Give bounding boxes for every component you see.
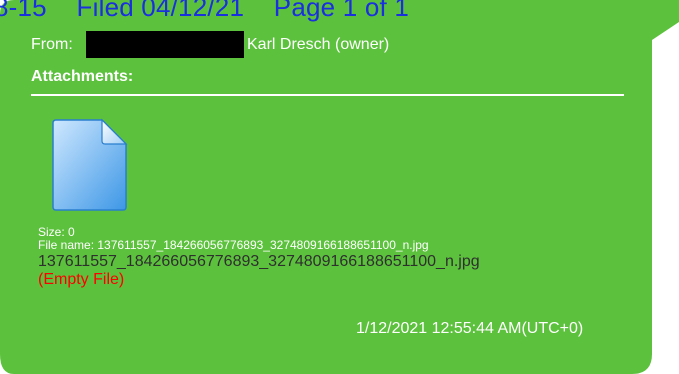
divider <box>31 94 624 96</box>
attachments-label: Attachments: <box>31 68 134 85</box>
file-icon[interactable] <box>50 117 130 213</box>
document-page: 8-15 Filed 04/12/21 Page 1 of 1 From: Ka… <box>0 0 679 374</box>
message-timestamp: 1/12/2021 12:55:44 AM(UTC+0) <box>356 320 584 337</box>
redaction-block <box>86 31 244 58</box>
attachment-size: Size: 0 <box>38 225 75 239</box>
attachment-file-name: 137611557_184266056776893_32748091661886… <box>38 253 480 270</box>
from-label: From: <box>31 36 73 53</box>
sender-name: Karl Dresch (owner) <box>247 36 390 53</box>
attachment-file-name-label: File name: 137611557_184266056776893_327… <box>38 238 429 252</box>
filing-header-stamp: 8-15 Filed 04/12/21 Page 1 of 1 <box>0 0 410 22</box>
empty-file-status: (Empty File) <box>38 271 125 288</box>
